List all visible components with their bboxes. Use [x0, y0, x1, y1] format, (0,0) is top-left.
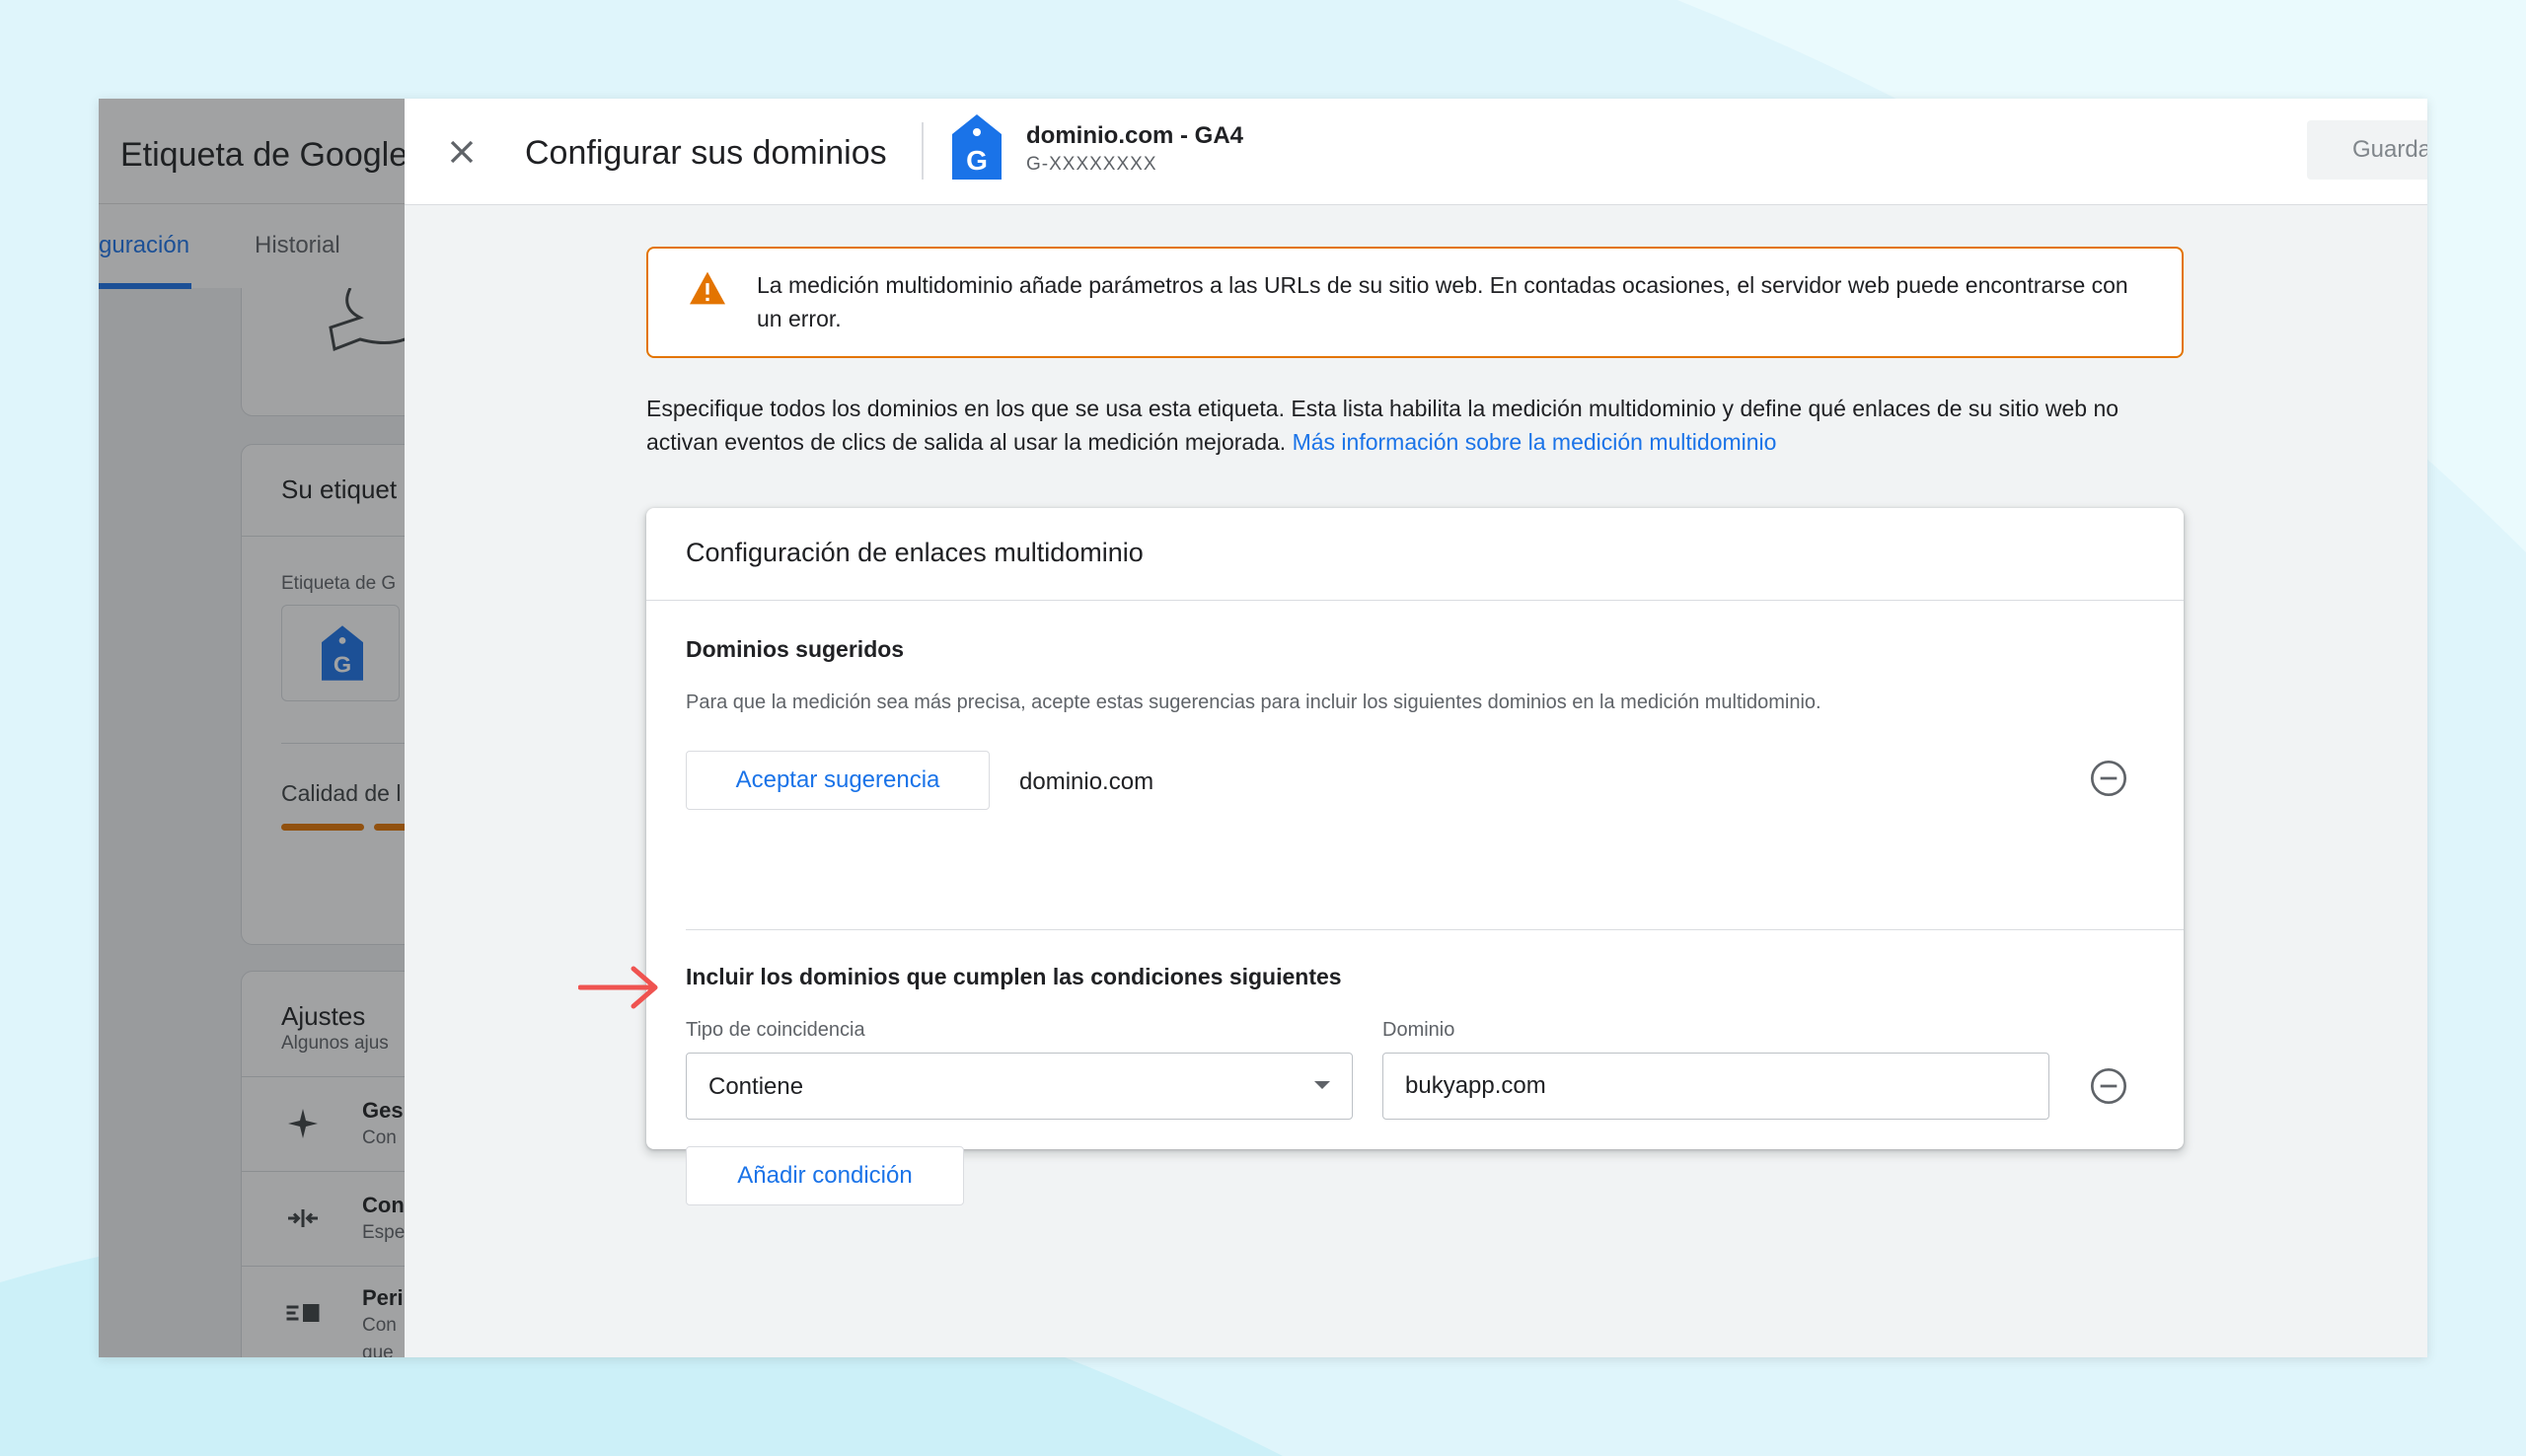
warning-icon: [690, 271, 725, 305]
header-divider: [922, 122, 924, 180]
google-tag-icon: G: [952, 114, 1002, 180]
add-condition-button[interactable]: Añadir condición: [686, 1146, 964, 1205]
property-name: dominio.com - GA4: [1026, 122, 1244, 149]
suggested-domains-description: Para que la medición sea más precisa, ac…: [686, 692, 1821, 713]
section-divider: [686, 929, 2184, 930]
suggested-domain: dominio.com: [1019, 768, 1154, 795]
learn-more-link[interactable]: Más información sobre la medición multid…: [1293, 429, 1777, 455]
conditions-title: Incluir los dominios que cumplen las con…: [686, 964, 1342, 989]
remove-condition-icon[interactable]: [2089, 1066, 2128, 1106]
save-button[interactable]: Guardar: [2307, 120, 2427, 180]
cross-domain-config-card: Configuración de enlaces multidominio Do…: [646, 508, 2184, 1205]
modal-scrim: [99, 99, 405, 1357]
accept-suggestion-button[interactable]: Aceptar sugerencia: [686, 751, 990, 810]
card-title: Configuración de enlaces multidominio: [686, 538, 1144, 567]
intro-paragraph: Especifique todos los dominios en los qu…: [646, 392, 2186, 459]
background-page: Etiqueta de Google guración Historial Su…: [99, 99, 405, 1357]
close-icon[interactable]: [442, 132, 482, 172]
chevron-down-icon: [1314, 1081, 1330, 1089]
property-id: G-XXXXXXXX: [1026, 154, 1157, 175]
domain-label: Dominio: [1382, 1019, 1455, 1041]
svg-text:G: G: [966, 145, 988, 176]
dialog-title: Configurar sus dominios: [525, 134, 887, 172]
dialog-header: Configurar sus dominios G dominio.com - …: [405, 99, 2427, 205]
warning-banner: La medición multidominio añade parámetro…: [646, 247, 2184, 358]
remove-suggestion-icon[interactable]: [2089, 759, 2128, 798]
annotation-arrow-icon: [578, 966, 658, 1009]
card-divider: [646, 600, 2184, 601]
suggested-domains-title: Dominios sugeridos: [686, 636, 905, 662]
browser-window: Etiqueta de Google guración Historial Su…: [99, 99, 2427, 1357]
match-type-select[interactable]: Contiene: [686, 1053, 1353, 1120]
domain-input[interactable]: [1382, 1053, 2049, 1120]
match-type-value: Contiene: [708, 1073, 804, 1100]
match-type-label: Tipo de coincidencia: [686, 1019, 865, 1041]
warning-text: La medición multidominio añade parámetro…: [757, 272, 2128, 331]
configure-domains-dialog: Configurar sus dominios G dominio.com - …: [405, 99, 2427, 1357]
